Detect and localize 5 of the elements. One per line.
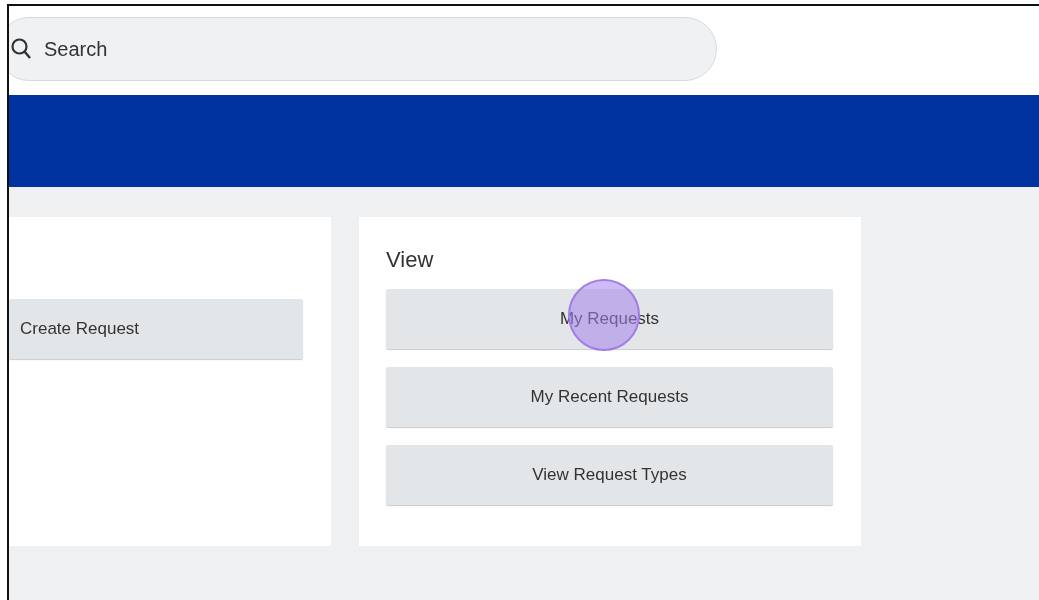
action-button[interactable]: My Recent Requests bbox=[386, 367, 833, 427]
action-button[interactable]: Create Request bbox=[9, 299, 303, 359]
search-field[interactable]: Search bbox=[9, 17, 717, 81]
card-title: View bbox=[386, 247, 435, 273]
action-button[interactable]: View Request Types bbox=[386, 445, 833, 505]
